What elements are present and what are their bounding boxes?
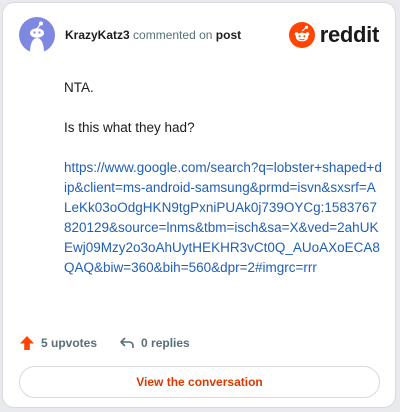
comment-stats: 5 upvotes 0 replies xyxy=(19,333,190,353)
comment-line-1: NTA. xyxy=(64,80,94,95)
reply-count: 0 replies xyxy=(141,336,190,350)
comment-url-link[interactable]: https://www.google.com/search?q=lobster+… xyxy=(64,160,382,275)
upvote-count: 5 upvotes xyxy=(41,336,98,350)
upvote-stat[interactable]: 5 upvotes xyxy=(19,335,97,351)
reply-stat[interactable]: 0 replies xyxy=(119,335,190,351)
avatar-icon[interactable] xyxy=(19,17,55,53)
reddit-wordmark: reddit xyxy=(319,22,380,47)
comment-byline: KrazyKatz3 commented on post xyxy=(65,28,241,42)
reddit-logo-icon xyxy=(288,22,315,48)
view-conversation-button[interactable]: View the conversation xyxy=(19,366,380,398)
upvote-arrow-icon xyxy=(20,336,34,350)
reply-arrow-icon xyxy=(120,337,134,348)
comment-card: KrazyKatz3 commented on post reddit NTA.… xyxy=(2,2,396,408)
byline-action: commented on xyxy=(133,28,213,42)
comment-body: NTA. Is this what they had? https://www.… xyxy=(64,78,382,278)
comment-header: KrazyKatz3 commented on post reddit xyxy=(19,17,381,53)
username-link[interactable]: KrazyKatz3 xyxy=(65,28,130,42)
comment-line-2: Is this what they had? xyxy=(64,120,195,135)
reddit-brand[interactable]: reddit xyxy=(288,21,380,49)
post-link[interactable]: post xyxy=(216,28,241,42)
